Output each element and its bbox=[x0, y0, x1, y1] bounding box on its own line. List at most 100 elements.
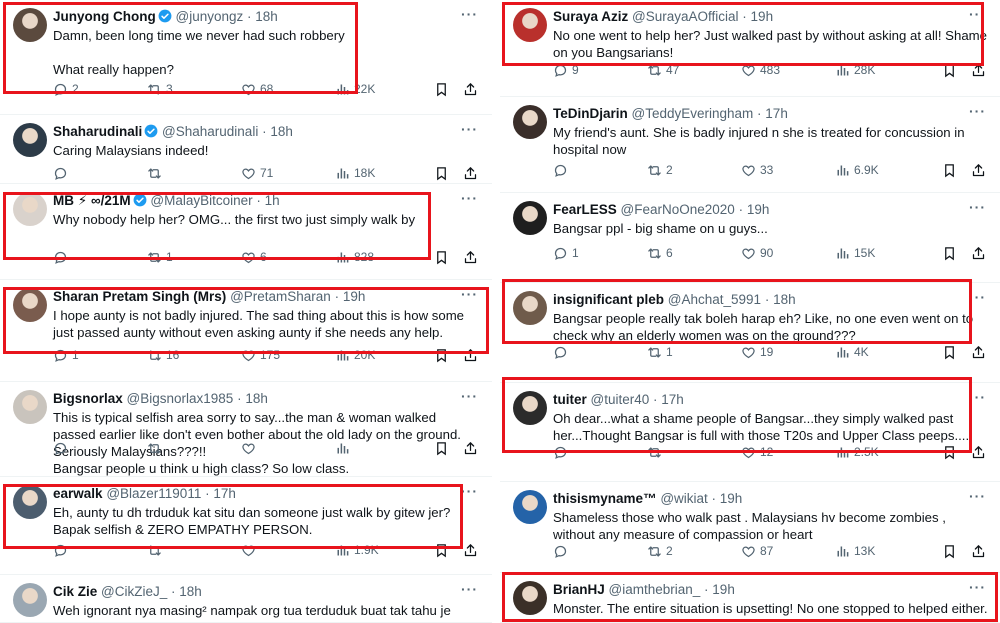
user-handle[interactable]: @Shaharudinali bbox=[162, 124, 258, 139]
more-icon[interactable]: ··· bbox=[969, 103, 986, 119]
reply-button[interactable] bbox=[53, 166, 147, 181]
more-icon[interactable]: ··· bbox=[969, 389, 986, 405]
user-handle[interactable]: @Ahchat_5991 bbox=[668, 292, 761, 307]
more-icon[interactable]: ··· bbox=[461, 388, 478, 404]
user-handle[interactable]: @wikiat bbox=[660, 491, 707, 506]
retweet-button[interactable]: 2 bbox=[647, 544, 741, 559]
user-handle[interactable]: @PretamSharan bbox=[230, 289, 331, 304]
share-icon[interactable] bbox=[971, 544, 986, 559]
tweet[interactable]: MB ⚡ ∞/21M @MalayBitcoiner · 1h ··· Why no… bbox=[0, 184, 492, 280]
more-icon[interactable]: ··· bbox=[969, 6, 986, 22]
timestamp[interactable]: 18h bbox=[773, 292, 796, 307]
timestamp[interactable]: 19h bbox=[747, 202, 770, 217]
avatar[interactable] bbox=[13, 390, 47, 424]
share-icon[interactable] bbox=[463, 441, 478, 456]
share-icon[interactable] bbox=[971, 163, 986, 178]
user-handle[interactable]: @junyongz bbox=[176, 9, 244, 24]
retweet-button[interactable]: 6 bbox=[647, 246, 741, 261]
timestamp[interactable]: 19h bbox=[343, 289, 366, 304]
bookmark-icon[interactable] bbox=[942, 445, 957, 460]
avatar[interactable] bbox=[13, 8, 47, 42]
like-button[interactable]: 71 bbox=[241, 166, 335, 181]
bookmark-icon[interactable] bbox=[434, 441, 449, 456]
like-button[interactable]: 19 bbox=[741, 345, 835, 360]
tweet[interactable]: earwalk @Blazer119011 · 17h ··· Eh, aunty … bbox=[0, 477, 492, 575]
avatar[interactable] bbox=[513, 581, 547, 615]
retweet-button[interactable]: 2 bbox=[647, 163, 741, 178]
user-handle[interactable]: @MalayBitcoiner bbox=[150, 193, 252, 208]
retweet-button[interactable]: 1 bbox=[147, 250, 241, 265]
user-handle[interactable]: @TeddyEveringham bbox=[632, 106, 754, 121]
display-name[interactable]: Shaharudinali bbox=[53, 124, 142, 139]
views-button[interactable]: 4K bbox=[835, 345, 931, 360]
views-button[interactable]: 2.5K bbox=[835, 445, 931, 460]
bookmark-icon[interactable] bbox=[434, 348, 449, 363]
views-button[interactable]: 1.9K bbox=[335, 543, 431, 558]
display-name[interactable]: MB ⚡ ∞/21M bbox=[53, 193, 131, 208]
retweet-button[interactable] bbox=[647, 445, 741, 460]
avatar[interactable] bbox=[13, 192, 47, 226]
share-icon[interactable] bbox=[971, 445, 986, 460]
avatar[interactable] bbox=[513, 201, 547, 235]
share-icon[interactable] bbox=[971, 345, 986, 360]
avatar[interactable] bbox=[13, 485, 47, 519]
more-icon[interactable]: ··· bbox=[969, 579, 986, 595]
display-name[interactable]: TeDinDjarin bbox=[553, 106, 628, 121]
views-button[interactable]: 20K bbox=[335, 348, 431, 363]
tweet[interactable]: tuiter @tuiter40 · 17h ··· Oh dear...what … bbox=[500, 383, 1000, 482]
timestamp[interactable]: 18h bbox=[255, 9, 278, 24]
bookmark-icon[interactable] bbox=[942, 163, 957, 178]
share-icon[interactable] bbox=[463, 166, 478, 181]
user-handle[interactable]: @FearNoOne2020 bbox=[621, 202, 735, 217]
timestamp[interactable]: 18h bbox=[270, 124, 293, 139]
like-button[interactable]: 87 bbox=[741, 544, 835, 559]
tweet[interactable]: insignificant pleb @Ahchat_5991 · 18h ···… bbox=[500, 283, 1000, 383]
tweet[interactable]: thisismyname™ @wikiat · 19h ··· Shameless … bbox=[500, 482, 1000, 573]
views-button[interactable] bbox=[335, 441, 431, 456]
reply-button[interactable]: 9 bbox=[553, 63, 647, 78]
user-handle[interactable]: @tuiter40 bbox=[591, 392, 650, 407]
retweet-button[interactable] bbox=[147, 543, 241, 558]
avatar[interactable] bbox=[513, 490, 547, 524]
bookmark-icon[interactable] bbox=[942, 544, 957, 559]
display-name[interactable]: Suraya Aziz bbox=[553, 9, 628, 24]
like-button[interactable]: 6 bbox=[241, 250, 335, 265]
bookmark-icon[interactable] bbox=[434, 543, 449, 558]
user-handle[interactable]: @Blazer119011 bbox=[106, 486, 201, 501]
reply-button[interactable] bbox=[553, 345, 647, 360]
user-handle[interactable]: @Bigsnorlax1985 bbox=[127, 391, 234, 406]
display-name[interactable]: Bigsnorlax bbox=[53, 391, 123, 406]
retweet-button[interactable] bbox=[147, 166, 241, 181]
timestamp[interactable]: 17h bbox=[765, 106, 788, 121]
display-name[interactable]: thisismyname™ bbox=[553, 491, 657, 506]
more-icon[interactable]: ··· bbox=[969, 199, 986, 215]
reply-button[interactable]: 2 bbox=[53, 82, 147, 97]
bookmark-icon[interactable] bbox=[434, 82, 449, 97]
display-name[interactable]: Cik Zie bbox=[53, 584, 97, 599]
bookmark-icon[interactable] bbox=[434, 166, 449, 181]
more-icon[interactable]: ··· bbox=[969, 289, 986, 305]
more-icon[interactable]: ··· bbox=[461, 483, 478, 499]
display-name[interactable]: BrianHJ bbox=[553, 582, 605, 597]
like-button[interactable]: 68 bbox=[241, 82, 335, 97]
timestamp[interactable]: 19h bbox=[751, 9, 774, 24]
tweet[interactable]: BrianHJ @iamthebrian_ · 19h ··· Monster. T… bbox=[500, 573, 1000, 623]
avatar[interactable] bbox=[513, 8, 547, 42]
tweet[interactable]: TeDinDjarin @TeddyEveringham · 17h ··· My … bbox=[500, 97, 1000, 193]
share-icon[interactable] bbox=[463, 82, 478, 97]
bookmark-icon[interactable] bbox=[942, 345, 957, 360]
more-icon[interactable]: ··· bbox=[969, 488, 986, 504]
like-button[interactable]: 33 bbox=[741, 163, 835, 178]
tweet[interactable]: Shaharudinali @Shaharudinali · 18h ··· Car… bbox=[0, 115, 492, 184]
reply-button[interactable] bbox=[553, 544, 647, 559]
bookmark-icon[interactable] bbox=[434, 250, 449, 265]
reply-button[interactable]: 1 bbox=[53, 348, 147, 363]
display-name[interactable]: Sharan Pretam Singh (Mrs) bbox=[53, 289, 226, 304]
display-name[interactable]: Junyong Chong bbox=[53, 9, 156, 24]
views-button[interactable]: 22K bbox=[335, 82, 431, 97]
share-icon[interactable] bbox=[463, 543, 478, 558]
reply-button[interactable] bbox=[53, 543, 147, 558]
more-icon[interactable]: ··· bbox=[461, 121, 478, 137]
views-button[interactable]: 15K bbox=[835, 246, 931, 261]
reply-button[interactable] bbox=[553, 445, 647, 460]
